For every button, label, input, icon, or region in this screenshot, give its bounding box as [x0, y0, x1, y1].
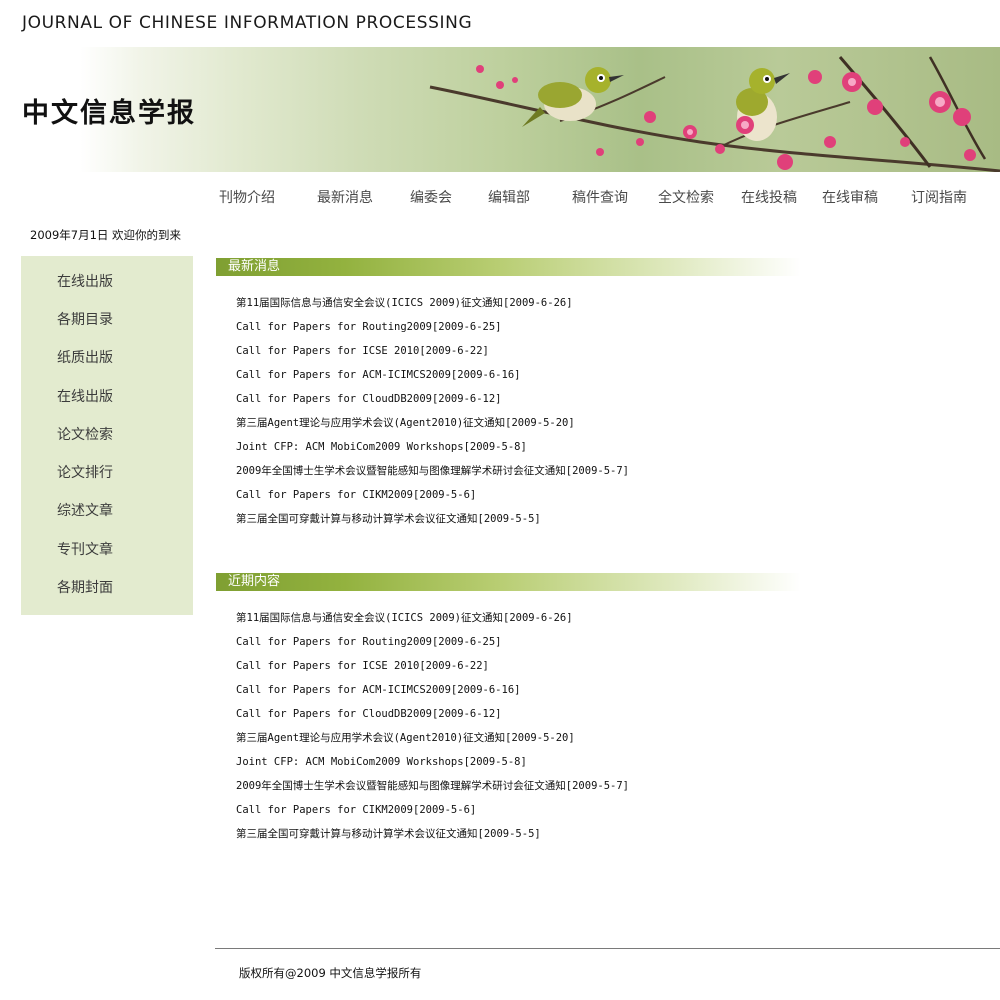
list-item[interactable]: Call for Papers for ICSE 2010[2009-6-22]: [236, 344, 629, 368]
list-item[interactable]: 第三届Agent理论与应用学术会议(Agent2010)征文通知[2009-5-…: [236, 731, 629, 755]
nav-editorial-office[interactable]: 编辑部: [488, 187, 530, 207]
sidebar-item-special-issue[interactable]: 专刊文章: [57, 539, 113, 559]
journal-english-title: JOURNAL OF CHINESE INFORMATION PROCESSIN…: [22, 13, 473, 33]
list-item[interactable]: Call for Papers for CloudDB2009[2009-6-1…: [236, 707, 629, 731]
sidebar-item-issue-covers[interactable]: 各期封面: [57, 577, 113, 597]
nav-manuscript-query[interactable]: 稿件查询: [572, 187, 628, 207]
list-item[interactable]: 2009年全国博士生学术会议暨智能感知与图像理解学术研讨会征文通知[2009-5…: [236, 779, 629, 803]
list-item[interactable]: Joint CFP: ACM MobiCom2009 Workshops[200…: [236, 755, 629, 779]
latest-news-header-bar: 最新消息: [216, 258, 801, 276]
sidebar-item-online-publish[interactable]: 在线出版: [57, 271, 113, 291]
list-item[interactable]: 第三届Agent理论与应用学术会议(Agent2010)征文通知[2009-5-…: [236, 416, 629, 440]
list-item[interactable]: Call for Papers for ICSE 2010[2009-6-22]: [236, 659, 629, 683]
sidebar-item-issue-contents[interactable]: 各期目录: [57, 309, 113, 329]
latest-news-title: 最新消息: [228, 259, 281, 274]
bird-left: [522, 67, 624, 127]
list-item[interactable]: Call for Papers for ACM-ICIMCS2009[2009-…: [236, 683, 629, 707]
top-nav: 刊物介绍 最新消息 编委会 编辑部 稿件查询 全文检索 在线投稿 在线审稿 订阅…: [0, 187, 1000, 211]
recent-content-title: 近期内容: [228, 574, 281, 589]
sidebar: 在线出版 各期目录 纸质出版 在线出版 论文检索 论文排行 综述文章 专刊文章 …: [21, 256, 193, 615]
list-item[interactable]: Call for Papers for ACM-ICIMCS2009[2009-…: [236, 368, 629, 392]
sidebar-item-review-articles[interactable]: 综述文章: [57, 500, 113, 520]
list-item[interactable]: Call for Papers for CIKM2009[2009-5-6]: [236, 803, 629, 827]
list-item[interactable]: Joint CFP: ACM MobiCom2009 Workshops[200…: [236, 440, 629, 464]
nav-online-review[interactable]: 在线审稿: [822, 187, 878, 207]
nav-fulltext-search[interactable]: 全文检索: [658, 187, 714, 207]
journal-chinese-title: 中文信息学报: [22, 98, 196, 129]
list-item[interactable]: Call for Papers for CloudDB2009[2009-6-1…: [236, 392, 629, 416]
sidebar-item-paper-search[interactable]: 论文检索: [57, 424, 113, 444]
recent-content-list: 第11届国际信息与通信安全会议(ICICS 2009)征文通知[2009-6-2…: [236, 611, 629, 851]
header-banner: 中文信息学报: [0, 47, 1000, 172]
nav-online-submission[interactable]: 在线投稿: [741, 187, 797, 207]
list-item[interactable]: Call for Papers for CIKM2009[2009-5-6]: [236, 488, 629, 512]
nav-editorial-board[interactable]: 编委会: [410, 187, 452, 207]
list-item[interactable]: Call for Papers for Routing2009[2009-6-2…: [236, 635, 629, 659]
recent-content-header-bar: 近期内容: [216, 573, 801, 591]
nav-subscription-guide[interactable]: 订阅指南: [911, 187, 967, 207]
list-item[interactable]: Call for Papers for Routing2009[2009-6-2…: [236, 320, 629, 344]
list-item[interactable]: 2009年全国博士生学术会议暨智能感知与图像理解学术研讨会征文通知[2009-5…: [236, 464, 629, 488]
list-item[interactable]: 第三届全国可穿戴计算与移动计算学术会议征文通知[2009-5-5]: [236, 827, 629, 851]
list-item[interactable]: 第11届国际信息与通信安全会议(ICICS 2009)征文通知[2009-6-2…: [236, 611, 629, 635]
sidebar-item-print-publish[interactable]: 纸质出版: [57, 347, 113, 367]
footer-divider: [215, 948, 1000, 949]
list-item[interactable]: 第三届全国可穿戴计算与移动计算学术会议征文通知[2009-5-5]: [236, 512, 629, 536]
sidebar-item-online-publish-2[interactable]: 在线出版: [57, 386, 113, 406]
sidebar-item-paper-ranking[interactable]: 论文排行: [57, 462, 113, 482]
date-greeting: 2009年7月1日 欢迎你的到来: [30, 228, 182, 242]
nav-journal-intro[interactable]: 刊物介绍: [219, 187, 275, 207]
list-item[interactable]: 第11届国际信息与通信安全会议(ICICS 2009)征文通知[2009-6-2…: [236, 296, 629, 320]
copyright-text: 版权所有@2009 中文信息学报所有: [239, 966, 422, 980]
nav-latest-news[interactable]: 最新消息: [317, 187, 373, 207]
latest-news-list: 第11届国际信息与通信安全会议(ICICS 2009)征文通知[2009-6-2…: [236, 296, 629, 536]
